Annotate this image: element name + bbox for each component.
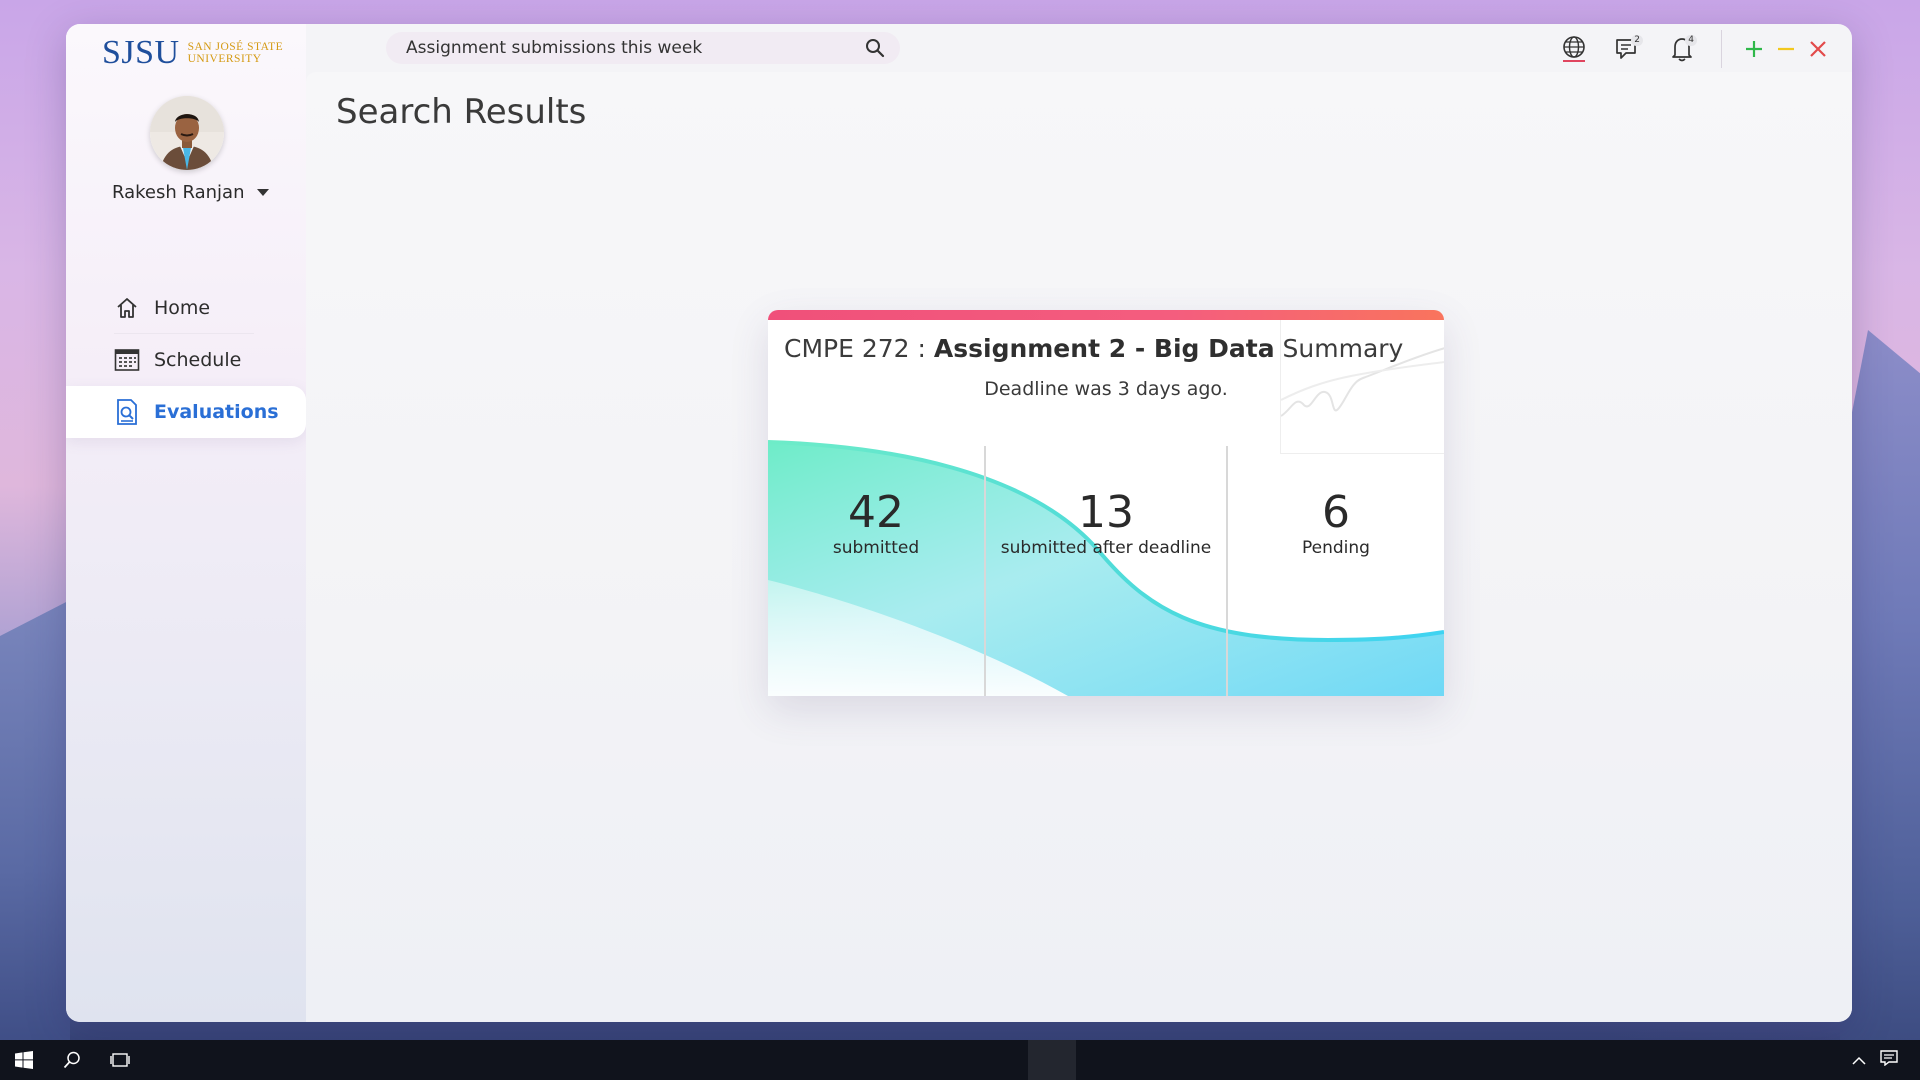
minimize-icon	[1778, 47, 1794, 51]
stat-value: 6	[1322, 487, 1350, 538]
stat-pending: 6 Pending	[1228, 487, 1444, 559]
title-suffix: Summary	[1274, 334, 1404, 363]
search-bar	[386, 32, 900, 64]
app-window: SJSU SAN JOSÉ STATE UNIVERSITY Rakesh Ra…	[66, 24, 1852, 1022]
taskbar-search-icon[interactable]	[48, 1040, 96, 1080]
search-input[interactable]	[406, 38, 864, 58]
notifications-bell-icon[interactable]: 4	[1667, 34, 1697, 64]
messages-icon[interactable]: 2	[1613, 34, 1643, 64]
column-divider	[984, 446, 986, 696]
sidebar-item-label: Home	[154, 297, 211, 319]
home-icon	[114, 295, 140, 321]
card-accent-bar	[768, 310, 1444, 320]
system-tray	[1852, 1040, 1898, 1080]
sidebar-item-home[interactable]: Home	[66, 282, 306, 334]
page-title: Search Results	[336, 92, 587, 132]
stat-value: 13	[1078, 487, 1134, 538]
top-right-controls: 2 4	[1535, 30, 1832, 68]
background-mountain	[1840, 330, 1920, 1050]
title-bar: 2 4	[66, 24, 1852, 72]
calendar-icon	[114, 347, 140, 373]
chevron-down-icon	[256, 189, 269, 196]
plus-icon	[1746, 41, 1762, 57]
sidebar-item-label: Evaluations	[154, 401, 279, 423]
os-taskbar	[0, 1040, 1920, 1080]
minimize-button[interactable]	[1772, 35, 1800, 63]
card-title: CMPE 272 : Assignment 2 - Big Data Summa…	[784, 334, 1403, 363]
sidebar-item-label: Schedule	[154, 349, 242, 371]
taskbar-active-app[interactable]	[1028, 1040, 1076, 1080]
stat-label: submitted	[832, 538, 920, 558]
stat-submitted-late: 13 submitted after deadline	[986, 487, 1226, 559]
assignment-summary-card[interactable]: CMPE 272 : Assignment 2 - Big Data Summa…	[768, 310, 1444, 696]
sidebar-item-schedule[interactable]: Schedule	[66, 334, 306, 386]
close-icon	[1810, 41, 1826, 57]
user-menu[interactable]: Rakesh Ranjan	[112, 182, 312, 203]
user-name: Rakesh Ranjan	[112, 182, 245, 203]
messages-badge: 2	[1631, 35, 1643, 46]
avatar[interactable]	[150, 96, 224, 170]
stat-submitted: 42 submitted	[768, 487, 984, 559]
document-search-icon	[114, 399, 140, 425]
course-code: CMPE 272 :	[784, 334, 934, 363]
search-icon[interactable]	[864, 37, 886, 59]
sidebar-item-evaluations[interactable]: Evaluations	[66, 386, 306, 438]
globe-icon[interactable]	[1559, 34, 1589, 64]
main-content: Search Results CMPE 272 : Assignment 2 -…	[306, 72, 1852, 1022]
chevron-up-icon[interactable]	[1852, 1051, 1866, 1070]
avatar-photo	[150, 96, 224, 170]
assignment-name: Assignment 2 - Big Data	[933, 334, 1275, 363]
notifications-badge: 4	[1685, 35, 1697, 46]
task-view-icon[interactable]	[96, 1040, 144, 1080]
close-button[interactable]	[1804, 35, 1832, 63]
sidebar-nav: Home Schedule Evaluations	[66, 282, 306, 438]
wave-decoration	[768, 440, 1444, 696]
sidebar: SJSU SAN JOSÉ STATE UNIVERSITY Rakesh Ra…	[66, 24, 306, 1022]
stat-label: Pending	[1302, 538, 1370, 558]
stat-label: submitted after deadline	[1000, 538, 1212, 558]
background-mountain-left	[0, 600, 70, 1050]
add-window-button[interactable]	[1740, 35, 1768, 63]
divider	[1721, 30, 1722, 68]
windows-start-icon[interactable]	[0, 1040, 48, 1080]
deadline-text: Deadline was 3 days ago.	[984, 378, 1228, 400]
column-divider	[1226, 446, 1228, 696]
action-center-icon[interactable]	[1880, 1050, 1898, 1070]
stat-value: 42	[848, 487, 904, 538]
